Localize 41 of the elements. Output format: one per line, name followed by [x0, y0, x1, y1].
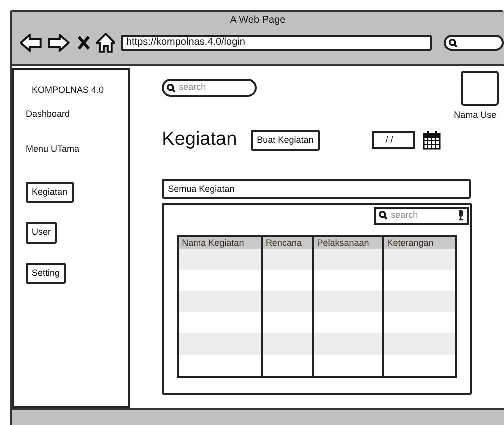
avatar-placeholder	[461, 71, 500, 106]
date-field[interactable]: / /	[372, 131, 415, 150]
search-icon	[379, 211, 388, 220]
striped-table-row	[262, 248, 312, 270]
search-field[interactable]: search	[162, 79, 258, 97]
search-placeholder: search	[179, 81, 206, 94]
column-header: Rencana	[262, 236, 312, 249]
striped-table-row	[384, 333, 456, 355]
striped-table-row	[314, 291, 382, 312]
column-header: Keterangan	[384, 236, 456, 249]
striped-table-row	[384, 248, 456, 270]
search-icon	[449, 38, 458, 48]
create-button[interactable]: Buat Kegiatan	[251, 130, 320, 152]
home-icon[interactable]	[96, 33, 116, 53]
brand-label: KOMPOLNAS 4.0	[32, 84, 106, 97]
back-icon[interactable]	[20, 34, 42, 52]
user-name: Nama Use	[454, 109, 498, 122]
striped-table-row	[384, 291, 456, 312]
search-placeholder: search	[391, 209, 420, 222]
page-title: Kegiatan	[162, 129, 238, 152]
close-icon[interactable]	[78, 36, 90, 50]
striped-table-row	[314, 333, 382, 355]
sidebar-button[interactable]: Setting	[26, 262, 66, 284]
sidebar-button[interactable]: User	[26, 222, 58, 244]
window-title: A Web Page	[229, 14, 287, 28]
striped-table-row	[314, 248, 382, 270]
filter-field[interactable]: Semua Kegiatan	[162, 178, 472, 199]
striped-table-row	[262, 291, 312, 312]
sidebar-link[interactable]: Dashboard	[26, 108, 128, 121]
search-icon	[167, 84, 176, 92]
striped-table-row	[262, 333, 312, 355]
sidebar-link[interactable]: Menu UTama	[26, 143, 128, 156]
address-field[interactable]: https://kompolnas.4.0/login	[121, 35, 432, 51]
calendar-icon[interactable]	[422, 130, 441, 150]
column-header: Pelaksanaan	[314, 236, 382, 249]
column-header: Nama Kegiatan	[179, 236, 261, 249]
browser-search-field[interactable]	[444, 35, 504, 51]
table-search-field[interactable]: search	[374, 206, 470, 225]
microphone-icon[interactable]	[458, 210, 464, 222]
forward-icon[interactable]	[48, 34, 70, 52]
sidebar-button[interactable]: Kegiatan	[26, 182, 74, 203]
